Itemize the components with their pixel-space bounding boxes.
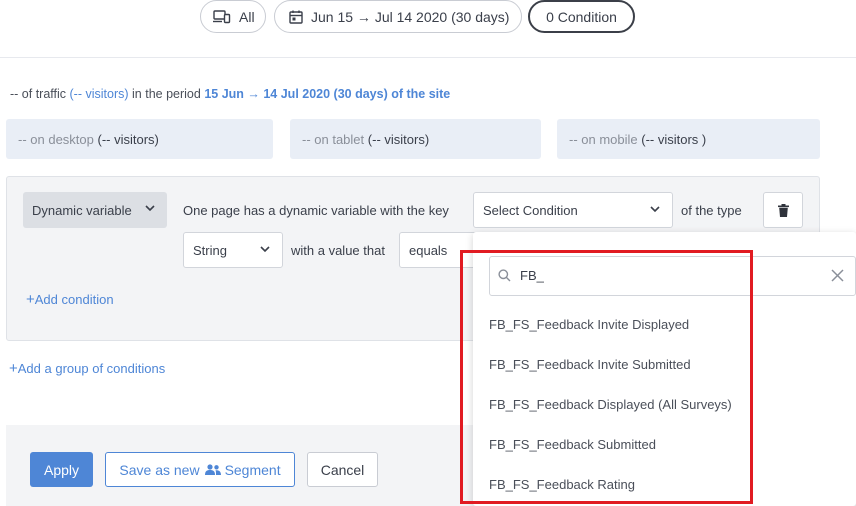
cancel-label: Cancel bbox=[320, 461, 365, 478]
chevron-down-icon bbox=[145, 205, 155, 212]
device-filter-label: All bbox=[239, 8, 255, 25]
condition-count-label: 0 Condition bbox=[546, 8, 617, 25]
plus-icon: + bbox=[9, 360, 18, 377]
value-type-value: String bbox=[193, 242, 227, 258]
desktop-traffic-box: -- on desktop (-- visitors) bbox=[6, 119, 273, 159]
add-group-label: Add a group of conditions bbox=[17, 361, 166, 376]
search-icon bbox=[498, 269, 511, 282]
value-type-select[interactable]: String bbox=[183, 232, 283, 268]
close-icon[interactable] bbox=[831, 269, 844, 282]
dropdown-option[interactable]: FB_FS_Feedback Rating bbox=[489, 477, 635, 492]
segment-label: Segment bbox=[224, 461, 281, 478]
mobile-traffic-box: -- on mobile (-- visitors ) bbox=[557, 119, 820, 159]
mobile-visitors: (-- visitors ) bbox=[641, 131, 707, 147]
delete-condition-button[interactable] bbox=[763, 192, 803, 228]
calendar-icon bbox=[289, 10, 303, 24]
condition-sentence-part1: One page has a dynamic variable with the… bbox=[183, 203, 449, 218]
add-condition-link[interactable]: +Add condition bbox=[26, 291, 114, 308]
devices-icon bbox=[213, 9, 231, 23]
desktop-visitors: (-- visitors) bbox=[97, 131, 159, 147]
tablet-visitors: (-- visitors) bbox=[367, 131, 430, 147]
dropdown-option[interactable]: FB_FS_Feedback Invite Displayed bbox=[489, 317, 689, 332]
condition-sentence-part2: of the type bbox=[681, 203, 742, 218]
mobile-label: -- on mobile bbox=[569, 131, 638, 147]
key-select-value: Select Condition bbox=[483, 202, 578, 218]
dropdown-option[interactable]: FB_FS_Feedback Submitted bbox=[489, 437, 656, 452]
traffic-summary: -- of traffic (-- visitors) in the perio… bbox=[10, 87, 450, 101]
condition-sentence-part3: with a value that bbox=[291, 243, 385, 258]
apply-label: Apply bbox=[43, 461, 80, 478]
condition-type-select[interactable]: Dynamic variable bbox=[23, 192, 167, 228]
add-condition-label: Add condition bbox=[34, 292, 114, 307]
key-select[interactable]: Select Condition bbox=[473, 192, 673, 228]
chevron-down-icon bbox=[650, 206, 660, 213]
cancel-button[interactable]: Cancel bbox=[307, 452, 378, 487]
tablet-traffic-box: -- on tablet (-- visitors) bbox=[290, 119, 541, 159]
trash-icon bbox=[777, 203, 789, 217]
operator-value: equals bbox=[409, 242, 448, 258]
header-divider bbox=[0, 57, 856, 58]
search-value: FB_ bbox=[520, 268, 544, 283]
dropdown-search-input[interactable] bbox=[489, 256, 856, 296]
desktop-label: -- on desktop bbox=[18, 131, 94, 147]
save-segment-button[interactable]: Save as new Segment bbox=[105, 452, 295, 487]
apply-button[interactable]: Apply bbox=[30, 452, 93, 487]
condition-count-pill[interactable]: 0 Condition bbox=[528, 0, 635, 33]
chevron-down-icon bbox=[260, 246, 270, 253]
tablet-label: -- on tablet bbox=[302, 131, 365, 147]
add-group-link[interactable]: +Add a group of conditions bbox=[9, 360, 165, 377]
traffic-period: 15 Jun → 14 Jul 2020 (30 days) of the si… bbox=[204, 87, 451, 101]
traffic-prefix: -- of traffic bbox=[10, 87, 67, 101]
dropdown-option[interactable]: FB_FS_Feedback Displayed (All Surveys) bbox=[489, 397, 732, 412]
plus-icon: + bbox=[26, 291, 35, 308]
device-filter-pill[interactable]: All bbox=[200, 0, 266, 33]
traffic-middle: in the period bbox=[132, 87, 201, 101]
date-range-pill[interactable]: Jun 15 → Jul 14 2020 (30 days) bbox=[274, 0, 522, 33]
operator-select[interactable]: equals bbox=[399, 232, 479, 268]
dropdown-option[interactable]: FB_FS_Feedback Invite Submitted bbox=[489, 357, 691, 372]
traffic-visitors: (-- visitors) bbox=[69, 87, 129, 101]
save-as-new-label: Save as new bbox=[119, 461, 200, 478]
condition-type-label: Dynamic variable bbox=[32, 202, 132, 218]
users-icon bbox=[204, 464, 221, 475]
date-range-label: Jun 15 → Jul 14 2020 (30 days) bbox=[311, 8, 510, 25]
